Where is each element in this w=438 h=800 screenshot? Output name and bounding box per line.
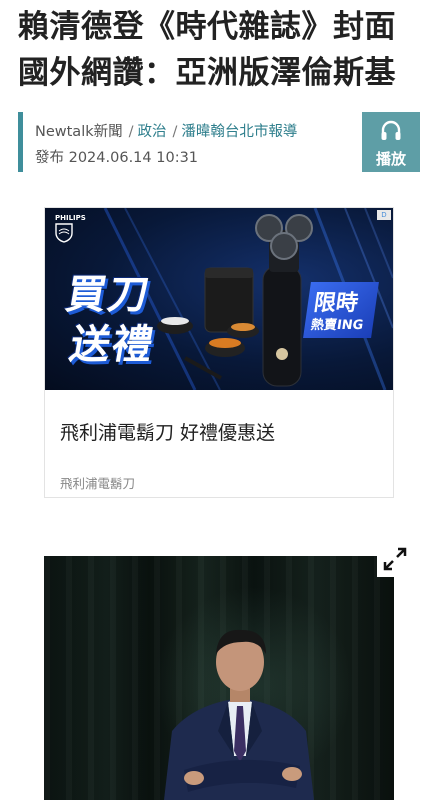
headline-line-2: 國外網讚：亞洲版澤倫斯基 (18, 55, 396, 91)
article-headline: 賴清德登《時代雜誌》封面 國外網讚：亞洲版澤倫斯基 (18, 4, 428, 96)
sponsored-ad[interactable]: PHILIPS D 買刀 送禮 限時 熱賣ING 飛利浦電鬍刀 好禮優惠送 飛利… (44, 207, 394, 498)
separator: / (128, 124, 134, 140)
source-name: Newtalk新聞 (35, 124, 123, 140)
expand-image-button[interactable] (377, 541, 413, 577)
article-photo[interactable] (44, 556, 394, 800)
byline: Newtalk新聞 / 政治 / 潘暐翰台北市報導 (35, 120, 297, 141)
reporter-link[interactable]: 潘暐翰台北市報導 (181, 124, 297, 140)
ad-title-link[interactable]: 飛利浦電鬍刀 好禮優惠送 (60, 418, 275, 445)
headline-line-1: 賴清德登《時代雜誌》封面 (18, 9, 396, 45)
promo-tag: 限時 熱賣ING (303, 282, 379, 338)
category-link[interactable]: 政治 (138, 124, 167, 140)
person-figure (164, 629, 314, 800)
play-label: 播放 (375, 150, 406, 168)
promo-tag-line-1: 限時 (312, 291, 360, 316)
expand-arrows-icon (383, 547, 407, 571)
separator: / (172, 124, 178, 140)
play-audio-button[interactable]: 播放 (362, 112, 420, 172)
headphones-icon (381, 120, 401, 140)
promo-tag-line-2: 熱賣ING (309, 318, 365, 333)
publish-date: 發布 2024.06.14 10:31 (35, 150, 199, 166)
ad-sponsor-name: 飛利浦電鬍刀 (60, 476, 136, 491)
ad-banner-image[interactable]: PHILIPS D 買刀 送禮 限時 熱賣ING (45, 208, 393, 390)
